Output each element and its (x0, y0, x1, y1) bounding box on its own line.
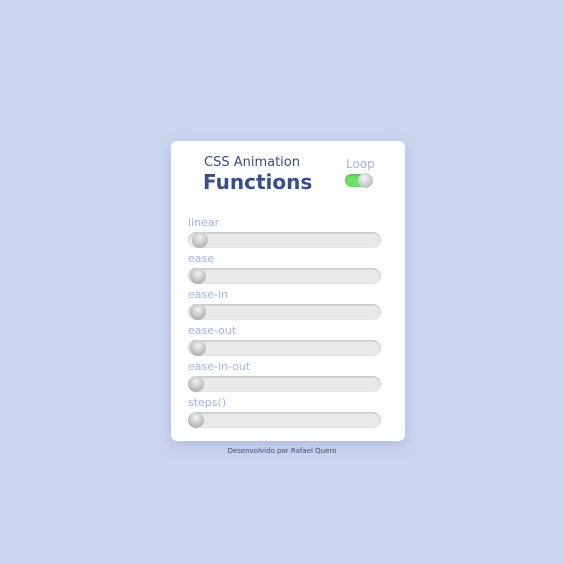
animation-track[interactable] (188, 340, 381, 356)
loop-label: Loop (346, 157, 375, 171)
row-label-steps: steps() (188, 396, 227, 409)
animation-track[interactable] (188, 304, 381, 320)
animation-track[interactable] (188, 232, 381, 248)
toggle-knob (358, 173, 373, 188)
subtitle: CSS Animation (204, 155, 300, 170)
page-title: Functions (203, 170, 313, 194)
animated-ball (191, 232, 208, 248)
row-label-ease-in: ease-in (188, 288, 229, 301)
row-label-ease-in-out: ease-in-out (188, 360, 251, 373)
animation-card: CSS Animation Functions Loop linear ease e… (171, 141, 405, 441)
animated-ball (189, 304, 206, 320)
loop-toggle[interactable] (345, 173, 373, 188)
animated-ball (188, 412, 204, 428)
animation-track[interactable] (188, 268, 381, 284)
row-label-ease-out: ease-out (188, 324, 237, 337)
row-label-ease: ease (188, 252, 215, 265)
animated-ball (188, 376, 204, 392)
animated-ball (189, 340, 206, 356)
footer-credit: Desenvolvido por Rafael Quero (227, 447, 337, 455)
animated-ball (189, 268, 206, 284)
animation-track[interactable] (188, 412, 381, 428)
animation-track[interactable] (188, 376, 381, 392)
row-label-linear: linear (188, 216, 220, 229)
